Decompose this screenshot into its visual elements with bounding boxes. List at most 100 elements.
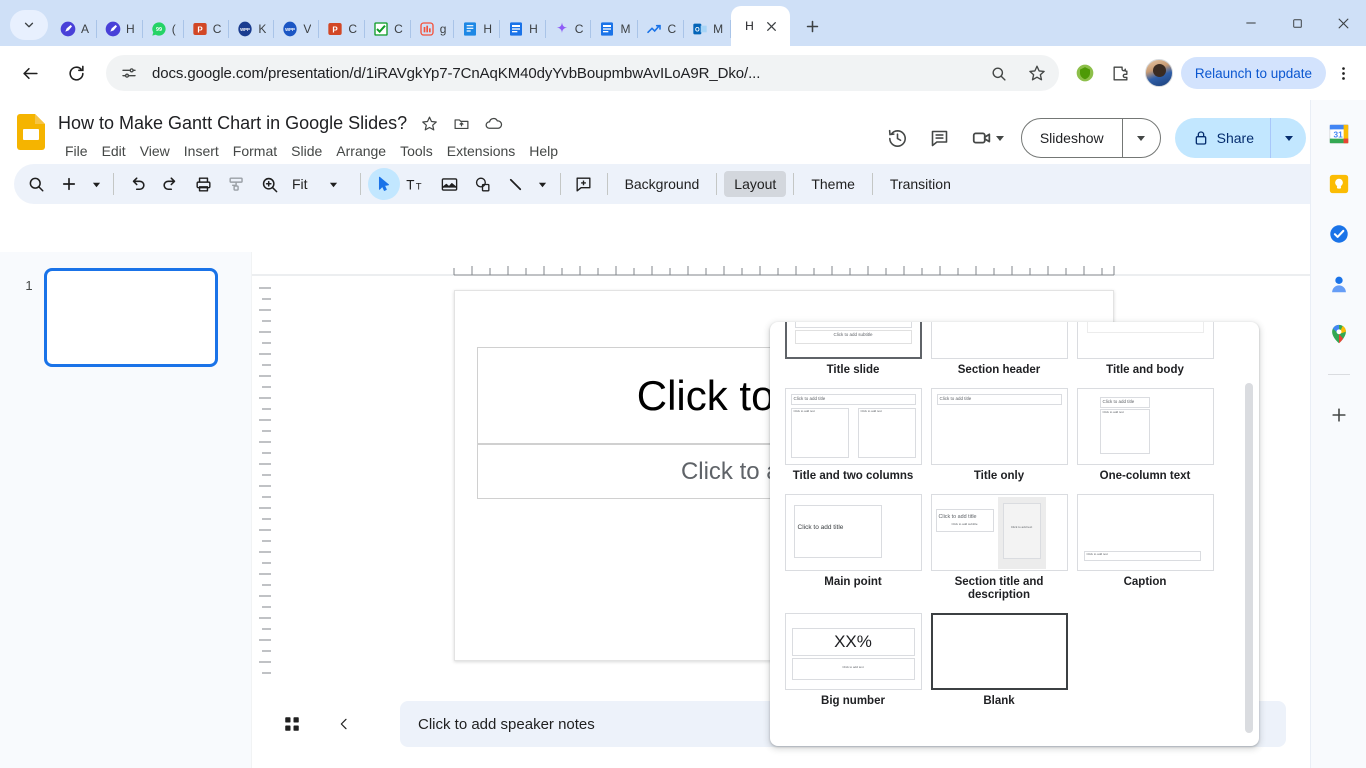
minimize-button[interactable] (1228, 8, 1274, 38)
zoom-in-icon[interactable] (253, 168, 285, 200)
tab-7[interactable]: C (365, 12, 411, 46)
layout-option-blank[interactable]: Blank (926, 609, 1072, 713)
cloud-saved-icon[interactable] (483, 113, 503, 133)
tab-9[interactable]: H (454, 12, 500, 46)
move-to-folder-icon[interactable] (451, 113, 471, 133)
tab-12[interactable]: M (591, 12, 639, 46)
layout-option-section-header[interactable]: Section header (926, 322, 1072, 382)
layout-option-one-column-text[interactable]: Click to add title Click to add text One… (1072, 384, 1218, 488)
menu-insert[interactable]: Insert (177, 140, 226, 162)
tab-3[interactable]: P C (184, 12, 230, 46)
google-slides-logo-icon[interactable] (12, 108, 50, 156)
tab-10[interactable]: H (500, 12, 546, 46)
menu-view[interactable]: View (133, 140, 177, 162)
comment-icon[interactable] (921, 119, 959, 157)
tab-search-chevron-icon[interactable] (10, 10, 48, 40)
version-history-icon[interactable] (879, 119, 917, 157)
slideshow-dropdown-icon[interactable] (1121, 119, 1160, 157)
tab-0[interactable]: A (52, 12, 98, 46)
close-icon[interactable] (764, 18, 780, 34)
google-contacts-icon[interactable] (1327, 272, 1351, 296)
transition-button[interactable]: Transition (880, 171, 961, 197)
browser-menu-icon[interactable] (1328, 57, 1358, 89)
google-calendar-icon[interactable]: 31 (1327, 122, 1351, 146)
new-slide-plus-icon[interactable] (53, 168, 85, 200)
share-button[interactable]: Share (1175, 118, 1270, 158)
menu-help[interactable]: Help (522, 140, 565, 162)
tab-5[interactable]: WPP V (274, 12, 320, 46)
tab-4[interactable]: WPP K (229, 12, 275, 46)
slideshow-button[interactable]: Slideshow (1022, 119, 1122, 157)
google-tasks-icon[interactable] (1327, 222, 1351, 246)
zoom-level-label[interactable]: Fit (286, 176, 314, 192)
tab-6[interactable]: P C (319, 12, 365, 46)
print-icon[interactable] (187, 168, 219, 200)
layout-option-title-only[interactable]: Click to add title Title only (926, 384, 1072, 488)
chrome-profile-avatar[interactable] (1144, 59, 1173, 87)
layout-option-title-slide[interactable]: Click to add subtitle Title slide (780, 322, 926, 382)
green-shield-extension-icon[interactable] (1069, 57, 1101, 89)
undo-icon[interactable] (121, 168, 153, 200)
menu-arrange[interactable]: Arrange (329, 140, 393, 162)
shape-icon[interactable] (467, 168, 499, 200)
site-settings-icon[interactable] (116, 60, 142, 86)
layout-button[interactable]: Layout (724, 171, 787, 197)
search-magnifier-icon[interactable] (985, 59, 1013, 87)
zoom-dropdown-icon[interactable] (315, 168, 353, 200)
layout-option-caption[interactable]: Click to add text Caption (1072, 490, 1218, 608)
new-tab-button[interactable] (798, 11, 828, 41)
menu-slide[interactable]: Slide (284, 140, 329, 162)
relaunch-to-update-button[interactable]: Relaunch to update (1180, 57, 1326, 89)
redo-icon[interactable] (154, 168, 186, 200)
background-button[interactable]: Background (615, 171, 710, 197)
google-maps-icon[interactable] (1327, 322, 1351, 346)
line-dropdown-icon[interactable] (533, 168, 553, 200)
menu-edit[interactable]: Edit (95, 140, 133, 162)
bookmark-star-icon[interactable] (1023, 59, 1051, 87)
maximize-button[interactable] (1274, 8, 1320, 38)
menu-format[interactable]: Format (226, 140, 284, 162)
paint-format-icon[interactable] (220, 168, 252, 200)
add-comment-icon[interactable] (568, 168, 600, 200)
theme-button[interactable]: Theme (801, 171, 865, 197)
tab-11[interactable]: C (546, 12, 592, 46)
layout-dropdown-panel[interactable]: Click to add subtitle Title slide Sectio… (770, 322, 1259, 746)
select-cursor-icon[interactable] (367, 168, 400, 200)
menu-tools[interactable]: Tools (393, 140, 440, 162)
new-slide-dropdown-icon[interactable] (86, 168, 106, 200)
slide-filmstrip[interactable]: 1 (0, 252, 252, 768)
tab-1[interactable]: H (97, 12, 143, 46)
back-button[interactable] (13, 56, 47, 90)
layout-option-title-and-body[interactable]: Title and body (1072, 322, 1218, 382)
layout-option-title-and-two-columns[interactable]: Click to add title Click to add text Cli… (780, 384, 926, 488)
address-bar[interactable]: docs.google.com/presentation/d/1iRAVgkYp… (106, 55, 1059, 91)
line-icon[interactable] (500, 168, 532, 200)
tab-8[interactable]: g (411, 12, 455, 46)
layout-option-big-number[interactable]: XX% Click to add text Big number (780, 609, 926, 713)
add-addon-plus-icon[interactable] (1327, 403, 1351, 427)
reload-button[interactable] (59, 56, 93, 90)
image-icon[interactable] (434, 168, 466, 200)
extensions-puzzle-icon[interactable] (1105, 57, 1137, 89)
star-outline-icon[interactable] (419, 113, 439, 133)
tab-2[interactable]: 99 ( (143, 12, 184, 46)
grid-view-icon[interactable] (272, 704, 312, 744)
google-keep-icon[interactable] (1327, 172, 1351, 196)
share-dropdown-icon[interactable] (1270, 118, 1306, 158)
close-window-button[interactable] (1320, 8, 1366, 38)
tab-13[interactable]: C (638, 12, 684, 46)
tab-search-button[interactable] (6, 8, 52, 42)
collapse-filmstrip-chevron-left-icon[interactable] (326, 706, 362, 742)
text-box-icon[interactable]: TT (401, 168, 433, 200)
layout-option-main-point[interactable]: Click to add title Main point (780, 490, 926, 608)
search-icon[interactable] (20, 168, 52, 200)
menu-file[interactable]: File (58, 140, 95, 162)
slide-thumbnail-1[interactable] (44, 268, 218, 367)
tab-14[interactable]: O M (684, 12, 732, 46)
layout-panel-scrollbar[interactable] (1245, 383, 1253, 733)
document-title[interactable]: How to Make Gantt Chart in Google Slides… (58, 113, 407, 134)
menu-extensions[interactable]: Extensions (440, 140, 522, 162)
layout-option-section-title-and-description[interactable]: Click to add title Click to add subtitle… (926, 490, 1072, 608)
tab-15-active[interactable]: H (731, 6, 790, 46)
meet-button[interactable] (963, 119, 1009, 157)
